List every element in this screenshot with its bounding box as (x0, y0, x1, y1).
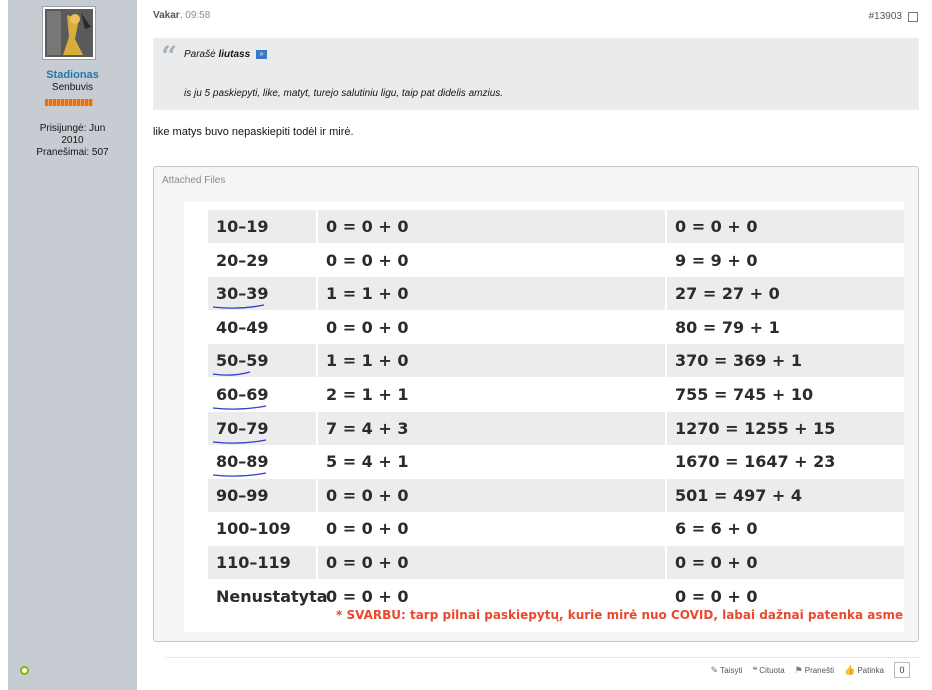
table-row: 30–39 1 = 1 + 0 27 = 27 + 0 (208, 277, 904, 311)
vaccinated-cell: 5 = 4 + 1 (326, 452, 409, 472)
quote-mark-icon: “ (161, 40, 178, 73)
handwritten-underline (212, 438, 267, 444)
quote-prefix: Parašė (184, 49, 216, 60)
attached-files-title: Attached Files (162, 175, 226, 186)
table-row: 50–59 1 = 1 + 0 370 = 369 + 1 (208, 344, 904, 378)
avatar-image (45, 9, 93, 57)
report-button[interactable]: ⚑ Pranešti (795, 665, 834, 676)
important-note-cutoff: — — — — — — — — — — — — — — — — — — — — … (374, 627, 892, 632)
post-body: like matys buvo nepaskiepiti todėl ir mi… (153, 126, 354, 138)
attached-image[interactable]: 10–19 0 = 0 + 00 = 0 + 0 20–29 0 = 0 + 09 =… (184, 202, 904, 632)
vaccinated-cell: 2 = 1 + 1 (326, 385, 409, 404)
table-row: 100–109 0 = 0 + 0 6 = 6 + 0 (208, 512, 904, 545)
attached-files: Attached Files 10–19 0 = 0 + 00 = 0 + 0 20… (153, 166, 919, 642)
age-cell: 10–19 (208, 210, 316, 243)
unvaccinated-cell: 6 = 6 + 0 (675, 519, 758, 539)
post-time: , 09:58 (179, 10, 211, 21)
table-row: 90–99 0 = 0 + 0 501 = 497 + 4 (208, 478, 904, 512)
post-count: Pranešimai: 507 (36, 147, 109, 158)
table-row: 80–89 5 = 4 + 1 1670 = 1647 + 23 (208, 445, 904, 478)
online-status-icon (20, 666, 29, 675)
vaccinated-cell: 1 = 1 + 0 (318, 344, 665, 378)
thumbs-up-icon: 👍 (844, 664, 856, 675)
table-row: 20–29 0 = 0 + 0 9 = 9 + 0 (208, 244, 904, 277)
post-actions: ✎ Taisyti ❝ Cituota ⚑ Pranešti 👍 Patinka 0 (711, 662, 910, 678)
post-number[interactable]: #13903 (869, 11, 902, 22)
handwritten-underline (212, 304, 265, 309)
table-row: 40–49 0 = 0 + 0 80 = 79 + 1 (208, 311, 904, 344)
vaccinated-cell: 0 = 0 + 0 (326, 519, 409, 539)
unvaccinated-cell: 1270 = 1255 + 15 (667, 411, 904, 445)
user-info: Prisijungė: Jun 2010 Pranešimai: 507 (8, 123, 137, 159)
unvaccinated-cell: 0 = 0 + 0 (667, 546, 904, 579)
user-sidebar: Stadionas Senbuvis Prisijungė: Jun 2010 … (8, 0, 145, 690)
unvaccinated-cell: 0 = 0 + 0 (667, 210, 904, 243)
age-cell: 20–29 (216, 250, 269, 270)
like-count: 0 (894, 662, 910, 678)
vaccinated-cell: 0 = 0 + 0 (318, 210, 665, 243)
post-divider (166, 657, 919, 658)
joined-line-1: Prisijungė: Jun (39, 123, 106, 134)
table-row: 10–19 0 = 0 + 00 = 0 + 0 (208, 210, 904, 243)
age-cell: 110–119 (208, 546, 316, 579)
unvaccinated-cell: 27 = 27 + 0 (667, 277, 904, 311)
unvaccinated-cell: 9 = 9 + 0 (675, 250, 758, 270)
user-title: Senbuvis (51, 82, 94, 93)
sidebar-pointer (137, 21, 145, 31)
vaccinated-cell: 0 = 0 + 0 (318, 478, 665, 512)
avatar[interactable] (42, 6, 96, 60)
unvaccinated-cell: 755 = 745 + 10 (675, 385, 814, 404)
vaccinated-cell: 0 = 0 + 0 (326, 317, 409, 337)
quote-label: Cituota (759, 665, 785, 675)
quote-block: “ Parašė liutass » is ju 5 paskiepyti, l… (153, 38, 919, 110)
quote-text: is ju 5 paskiepyti, like, matyt, turejo … (184, 88, 504, 99)
table-row: 60–69 2 = 1 + 1 755 = 745 + 10 (208, 378, 904, 411)
vaccinated-cell: 0 = 0 + 0 (326, 250, 409, 270)
pencil-icon: ✎ (710, 664, 719, 675)
table-row: 70–79 7 = 4 + 3 1270 = 1255 + 15 (208, 411, 904, 445)
unvaccinated-cell: 370 = 369 + 1 (667, 344, 904, 378)
quote-author[interactable]: liutass (218, 49, 250, 60)
quote-icon: ❝ (752, 664, 758, 675)
username[interactable]: Stadionas (8, 69, 137, 81)
quote-header: Parašė liutass » (184, 49, 267, 60)
like-button[interactable]: 👍 Patinka (844, 665, 884, 676)
age-cell: 90–99 (208, 478, 316, 512)
post-date-label: Vakar (153, 10, 180, 21)
important-note: * SVARBU: tarp pilnai paskiepytų, kurie … (336, 608, 904, 622)
post-select-checkbox[interactable] (908, 12, 918, 22)
age-cell: 40–49 (216, 317, 269, 337)
edit-label: Taisyti (720, 665, 743, 675)
flag-icon: ⚑ (794, 664, 803, 675)
report-label: Pranešti (804, 665, 835, 675)
joined-line-2: 2010 (61, 135, 84, 146)
vaccinated-cell: 7 = 4 + 3 (318, 411, 665, 445)
handwritten-underline (212, 405, 267, 410)
age-cell: Nenustatyta (216, 586, 328, 606)
handwritten-underline (212, 371, 251, 377)
rank-bar (45, 99, 93, 106)
vaccinated-cell: 0 = 0 + 0 (318, 546, 665, 579)
post-date: Vakar, 09:58 (153, 10, 210, 21)
view-post-icon[interactable]: » (255, 49, 267, 59)
like-label: Patinka (857, 665, 884, 675)
handwritten-underline (212, 472, 267, 477)
unvaccinated-cell: 80 = 79 + 1 (675, 317, 780, 337)
quote-button[interactable]: ❝ Cituota (752, 665, 784, 676)
unvaccinated-cell: 501 = 497 + 4 (667, 478, 904, 512)
table-row: 110–119 0 = 0 + 00 = 0 + 0 (208, 546, 904, 579)
edit-button[interactable]: ✎ Taisyti (711, 665, 743, 676)
unvaccinated-cell: 1670 = 1647 + 23 (675, 452, 836, 472)
vaccinated-cell: 1 = 1 + 0 (318, 277, 665, 311)
age-cell: 100–109 (216, 519, 291, 539)
